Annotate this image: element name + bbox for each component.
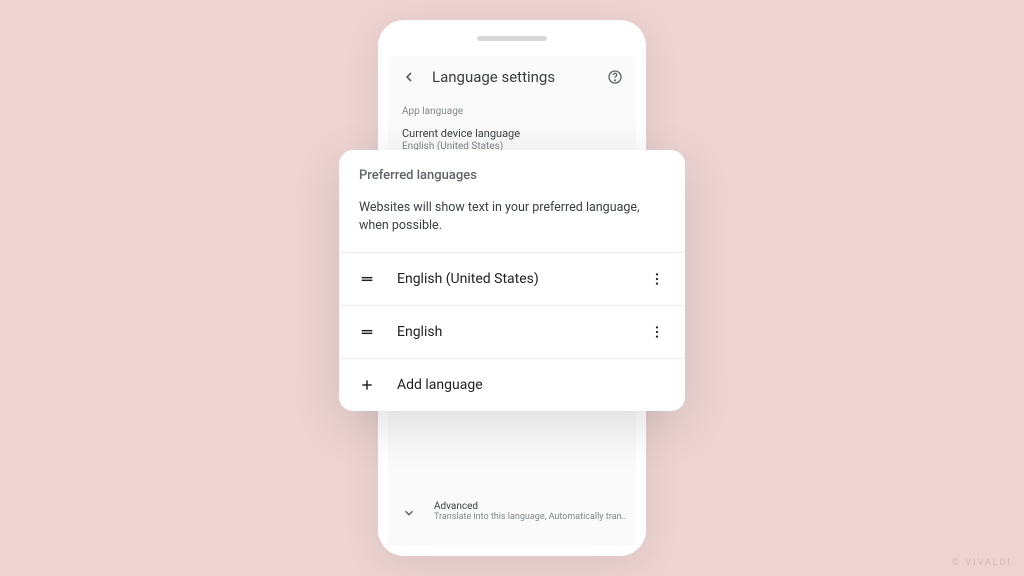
more-vert-icon[interactable] bbox=[649, 271, 665, 287]
page-title: Language settings bbox=[432, 68, 592, 86]
help-icon[interactable] bbox=[606, 68, 624, 86]
back-icon[interactable] bbox=[400, 68, 418, 86]
add-language-label: Add language bbox=[397, 377, 665, 393]
language-row[interactable]: English bbox=[339, 305, 685, 358]
card-title: Preferred languages bbox=[359, 168, 665, 183]
advanced-row[interactable]: Advanced Translate into this language, A… bbox=[388, 491, 636, 532]
watermark: © VIVALDI bbox=[952, 558, 1012, 568]
preferred-languages-card: Preferred languages Websites will show t… bbox=[339, 150, 685, 411]
language-label: English (United States) bbox=[397, 271, 627, 287]
settings-header: Language settings bbox=[388, 56, 636, 94]
advanced-description: Translate into this language, Automatica… bbox=[434, 512, 626, 522]
card-header: Preferred languages bbox=[339, 150, 685, 193]
language-row[interactable]: English (United States) bbox=[339, 252, 685, 305]
section-label-app-language: App language bbox=[388, 94, 636, 123]
current-device-title: Current device language bbox=[402, 127, 622, 140]
plus-icon bbox=[359, 377, 375, 393]
card-description: Websites will show text in your preferre… bbox=[339, 193, 685, 252]
advanced-title: Advanced bbox=[434, 501, 626, 512]
drag-handle-icon[interactable] bbox=[359, 271, 375, 287]
phone-speaker bbox=[477, 36, 547, 41]
language-label: English bbox=[397, 324, 627, 340]
add-language-row[interactable]: Add language bbox=[339, 358, 685, 411]
drag-handle-icon[interactable] bbox=[359, 324, 375, 340]
more-vert-icon[interactable] bbox=[649, 324, 665, 340]
chevron-down-icon bbox=[402, 505, 416, 519]
